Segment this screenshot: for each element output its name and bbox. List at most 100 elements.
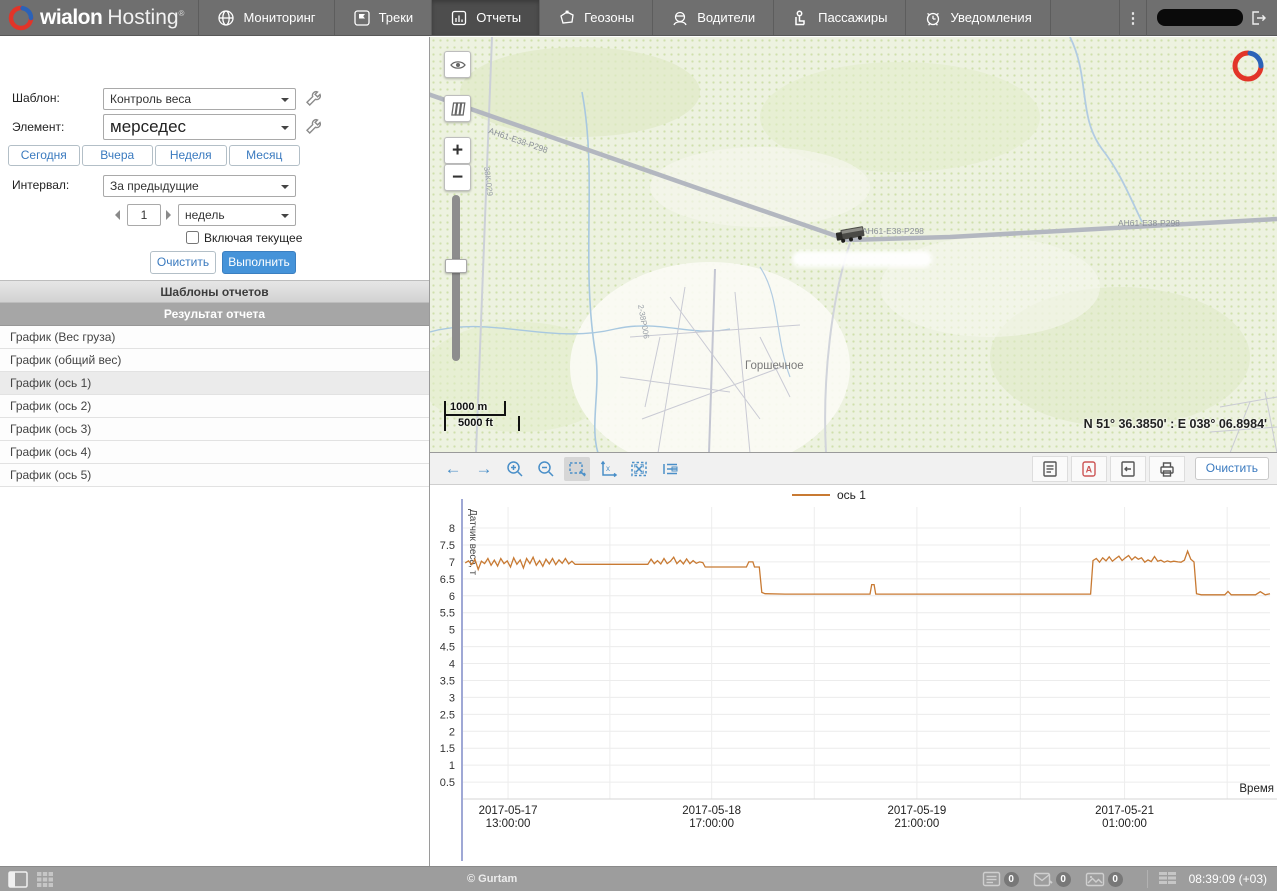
logo-brand: wialon bbox=[40, 6, 102, 30]
print-button[interactable] bbox=[1149, 456, 1185, 482]
export-pdf-button[interactable]: A bbox=[1071, 456, 1107, 482]
map-layers-button[interactable] bbox=[444, 95, 471, 122]
user-menu[interactable] bbox=[1147, 9, 1277, 27]
wrench-icon bbox=[303, 89, 321, 107]
interval-select[interactable]: За предыдущие bbox=[103, 175, 296, 197]
map[interactable]: АН61-Е38-Р298 АН61-Е38-Р298 АН61-Е38-Р29… bbox=[430, 37, 1277, 453]
logo-product: Hosting bbox=[107, 6, 178, 30]
legend-label: ось 1 bbox=[837, 488, 866, 502]
unit-select[interactable]: мерседес bbox=[103, 114, 296, 140]
svg-text:x: x bbox=[606, 464, 610, 473]
chart-zoom-out-button[interactable] bbox=[533, 457, 559, 481]
tab-notifications[interactable]: Уведомления bbox=[906, 0, 1050, 35]
media-count-badge: 0 bbox=[1108, 872, 1123, 887]
flag-icon bbox=[353, 9, 371, 27]
range-today-button[interactable]: Сегодня bbox=[8, 145, 80, 166]
road-label-vertical: 38К-029 bbox=[482, 166, 495, 197]
include-current-label: Включая текущее bbox=[204, 231, 302, 245]
visibility-button[interactable] bbox=[444, 51, 471, 78]
chart-toolbar: ← → bbox=[430, 453, 1277, 485]
wialon-swirl-icon bbox=[8, 5, 34, 31]
zoom-slider-handle[interactable] bbox=[445, 259, 467, 273]
envelope-icon bbox=[1033, 872, 1053, 887]
result-item-os5[interactable]: График (ось 5) bbox=[0, 464, 429, 487]
zoom-out-icon bbox=[536, 459, 556, 479]
tab-passengers[interactable]: Пассажиры bbox=[774, 0, 906, 35]
result-item-obschiy-ves[interactable]: График (общий вес) bbox=[0, 349, 429, 372]
export-file-icon bbox=[1118, 459, 1138, 479]
chart-clear-button[interactable]: Очистить bbox=[1195, 457, 1269, 480]
chart-area[interactable]: 0.511.522.533.544.555.566.577.582017-05-… bbox=[430, 485, 1277, 864]
status-bar: © Gurtam 0 0 0 bbox=[0, 866, 1277, 891]
clear-report-button[interactable]: Очистить bbox=[150, 251, 216, 274]
fit-extent-icon bbox=[629, 459, 649, 479]
export-file-button[interactable] bbox=[1110, 456, 1146, 482]
chart-back-button[interactable]: ← bbox=[440, 457, 466, 481]
scale-imperial: 5000 ft bbox=[444, 416, 520, 431]
template-select[interactable]: Контроль веса bbox=[103, 88, 296, 110]
y-tick-label: 0.5 bbox=[440, 777, 455, 789]
zoom-in-button[interactable]: + bbox=[444, 137, 471, 164]
chart-forward-button[interactable]: → bbox=[471, 457, 497, 481]
table-mode-button[interactable] bbox=[1158, 871, 1177, 887]
quick-range-buttons: Сегодня Вчера Неделя Месяц bbox=[8, 145, 300, 166]
statusbar-separator bbox=[1147, 870, 1148, 888]
execute-report-button[interactable]: Выполнить bbox=[222, 251, 296, 274]
chart-zoom-in-button[interactable] bbox=[502, 457, 528, 481]
chart-legend-button[interactable] bbox=[657, 457, 683, 481]
result-item-os1[interactable]: График (ось 1) bbox=[0, 372, 429, 395]
result-item-os4[interactable]: График (ось 4) bbox=[0, 441, 429, 464]
chart-pane: ← → bbox=[430, 453, 1277, 865]
tab-reports[interactable]: Отчеты bbox=[432, 0, 540, 35]
tab-geofences[interactable]: Геозоны bbox=[540, 0, 653, 35]
messages-counter[interactable]: 0 bbox=[1033, 872, 1071, 887]
chart-fit-button[interactable] bbox=[626, 457, 652, 481]
messages-count-badge: 0 bbox=[1056, 872, 1071, 887]
include-current-checkbox[interactable] bbox=[186, 231, 199, 244]
copyright: © Gurtam bbox=[467, 873, 517, 885]
town-label: Горшечное bbox=[745, 360, 804, 372]
template-settings-button[interactable] bbox=[303, 89, 323, 109]
zoom-slider-track[interactable] bbox=[452, 195, 460, 361]
pdf-file-icon: A bbox=[1079, 459, 1099, 479]
range-week-button[interactable]: Неделя bbox=[155, 145, 227, 166]
reports-sidebar: Шаблон: Контроль веса Элемент: мерседес … bbox=[0, 37, 430, 866]
result-item-os3[interactable]: График (ось 3) bbox=[0, 418, 429, 441]
tab-drivers[interactable]: Водители bbox=[653, 0, 774, 35]
interval-unit-select[interactable]: недель bbox=[178, 204, 296, 226]
export-report-button[interactable] bbox=[1032, 456, 1068, 482]
zoom-out-button[interactable]: − bbox=[444, 164, 471, 191]
interval-decrement-arrow[interactable] bbox=[115, 210, 120, 220]
geofence-icon bbox=[558, 9, 576, 27]
chart-box-zoom-button[interactable] bbox=[564, 457, 590, 481]
interval-count-input[interactable] bbox=[127, 204, 161, 226]
axis-scale-icon: x bbox=[598, 459, 618, 479]
x-tick-date: 2017-05-21 bbox=[1095, 805, 1154, 817]
tab-monitoring[interactable]: Мониторинг bbox=[199, 0, 334, 35]
result-item-ves-gruza[interactable]: График (Вес груза) bbox=[0, 326, 429, 349]
logout-icon[interactable] bbox=[1249, 9, 1267, 27]
y-tick-label: 4 bbox=[449, 659, 455, 671]
chart-axis-scale-button[interactable]: x bbox=[595, 457, 621, 481]
report-templates-header[interactable]: Шаблоны отчетов bbox=[0, 280, 429, 303]
table-icon bbox=[1158, 871, 1177, 887]
report-chart-icon bbox=[450, 9, 468, 27]
y-tick-label: 1 bbox=[449, 760, 455, 772]
globe-icon bbox=[217, 9, 235, 27]
result-item-os2[interactable]: График (ось 2) bbox=[0, 395, 429, 418]
range-yesterday-button[interactable]: Вчера bbox=[82, 145, 154, 166]
unit-settings-button[interactable] bbox=[303, 117, 323, 137]
range-month-button[interactable]: Месяц bbox=[229, 145, 301, 166]
media-counter[interactable]: 0 bbox=[1085, 872, 1123, 887]
interval-increment-arrow[interactable] bbox=[166, 210, 171, 220]
more-menu-button[interactable]: ⋮ bbox=[1119, 0, 1147, 36]
report-result-header[interactable]: Результат отчета bbox=[0, 303, 429, 326]
app-logo[interactable]: wialon Hosting ® bbox=[0, 0, 199, 35]
jobs-counter[interactable]: 0 bbox=[982, 871, 1019, 887]
minus-icon: − bbox=[452, 168, 463, 187]
chart-export-group: A Очистить bbox=[1029, 456, 1269, 482]
collapse-panel-button[interactable] bbox=[8, 871, 28, 888]
map-canvas: АН61-Е38-Р298 АН61-Е38-Р298 АН61-Е38-Р29… bbox=[430, 37, 1277, 453]
tab-tracks[interactable]: Треки bbox=[335, 0, 433, 35]
apps-grid-button[interactable] bbox=[36, 871, 54, 888]
